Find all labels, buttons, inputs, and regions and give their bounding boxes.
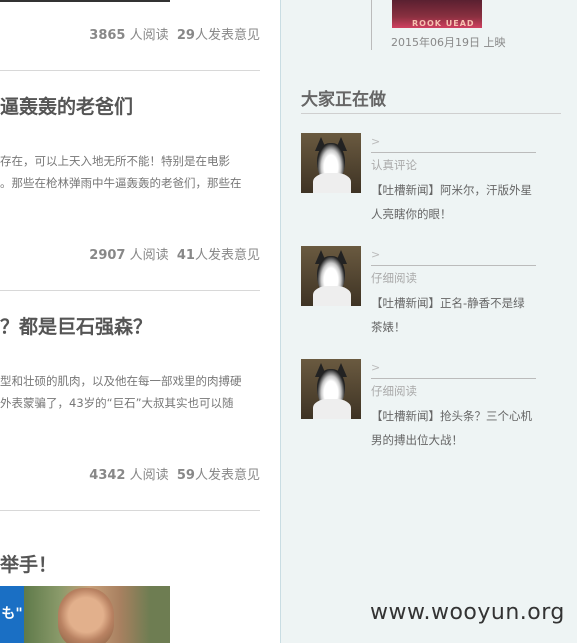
article-photo[interactable]: も" (0, 586, 170, 643)
activity-action: 认真评论 (371, 158, 417, 172)
summary-line: 型和壮硕的肌肉，以及他在每一部戏里的肉搏硬 (0, 374, 242, 388)
article-list: 3865 人阅读 29人发表意见 逼轰轰的老爸们 存在，可以上天入地无所不能！特… (0, 0, 280, 643)
photo-tag: も" (0, 586, 24, 643)
article-stats: 2907 人阅读 41人发表意见 (89, 244, 260, 263)
read-count: 2907 (89, 248, 126, 263)
avatar[interactable] (301, 359, 361, 419)
avatar[interactable] (301, 133, 361, 193)
article-summary: 型和壮硕的肌肉，以及他在每一部戏里的肉搏硬 外表蒙骗了，43岁的“巨石”大叔其实… (0, 370, 260, 414)
activity-link[interactable]: 【吐槽新闻】抢头条？三个心机男的搏出位大战！ (371, 404, 536, 452)
activity-item: > 认真评论 【吐槽新闻】阿米尔，汗版外星人亮瞎你的眼！ (301, 133, 561, 233)
article-title[interactable]: 逼轰轰的老爸们 (0, 92, 260, 119)
activity-link[interactable]: 【吐槽新闻】阿米尔，汗版外星人亮瞎你的眼！ (371, 178, 536, 226)
activity-divider (371, 378, 536, 379)
summary-line: 外表蒙骗了，43岁的“巨石”大叔其实也可以随 (0, 396, 234, 410)
article-divider (0, 510, 260, 511)
article-stats: 4342 人阅读 59人发表意见 (89, 464, 260, 483)
comment-count: 29 (176, 28, 195, 43)
sidebar: ROOK UEAD 2015年06月19日 上映 大家正在做 > 认真评论 【吐… (280, 0, 577, 643)
activity-item: > 仔细阅读 【吐槽新闻】正名-静香不是绿茶婊！ (301, 246, 561, 346)
avatar[interactable] (301, 246, 361, 306)
top-divider (0, 0, 170, 2)
movie-poster[interactable]: ROOK UEAD (392, 0, 482, 28)
activity-item: > 仔细阅读 【吐槽新闻】抢头条？三个心机男的搏出位大战！ (301, 359, 561, 459)
article-divider (0, 70, 260, 71)
article-title[interactable]: 举手！ (0, 550, 260, 577)
photo-face (58, 588, 114, 643)
comment-label[interactable]: 人发表意见 (195, 248, 260, 263)
dog-body (313, 286, 351, 306)
activity-action: 仔细阅读 (371, 384, 417, 398)
dog-body (313, 173, 351, 193)
article-title[interactable]: ？都是巨石强森？ (0, 312, 260, 339)
read-label: 人阅读 (129, 28, 169, 43)
dog-body (313, 399, 351, 419)
section-title: 大家正在做 (301, 85, 561, 114)
summary-line: 。那些在枪林弹雨中牛逼轰轰的老爸们，那些在 (0, 176, 242, 190)
watermark: www.wooyun.org (370, 600, 565, 625)
read-count: 3865 (89, 28, 126, 43)
movie-release-date: 2015年06月19日 上映 (391, 36, 506, 49)
comment-label[interactable]: 人发表意见 (195, 28, 260, 43)
comment-count: 59 (176, 468, 195, 483)
read-label: 人阅读 (129, 468, 169, 483)
activity-divider (371, 265, 536, 266)
activity-action: 仔细阅读 (371, 271, 417, 285)
article-stats: 3865 人阅读 29人发表意见 (89, 24, 260, 43)
movie-poster-text: ROOK UEAD (412, 19, 475, 28)
comment-label[interactable]: 人发表意见 (195, 468, 260, 483)
arrow-icon: > (371, 248, 381, 261)
activity-divider (371, 152, 536, 153)
article-summary: 存在，可以上天入地无所不能！特别是在电影 。那些在枪林弹雨中牛逼轰轰的老爸们，那… (0, 150, 260, 194)
summary-line: 存在，可以上天入地无所不能！特别是在电影 (0, 154, 230, 168)
comment-count: 41 (176, 248, 195, 263)
article-divider (0, 290, 260, 291)
read-count: 4342 (89, 468, 126, 483)
arrow-icon: > (371, 135, 381, 148)
read-label: 人阅读 (129, 248, 169, 263)
activity-link[interactable]: 【吐槽新闻】正名-静香不是绿茶婊！ (371, 291, 536, 339)
timeline-line (371, 0, 372, 50)
arrow-icon: > (371, 361, 381, 374)
